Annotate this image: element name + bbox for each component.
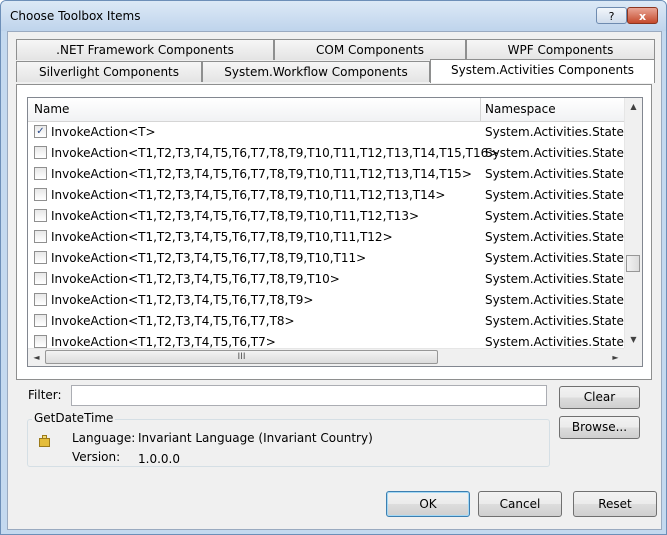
row-namespace: System.Activities.Statements (485, 335, 624, 349)
row-checkbox[interactable] (34, 188, 47, 201)
row-name: InvokeAction<T1,T2,T3,T4,T5,T6,T7,T8,T9,… (51, 146, 499, 160)
list-header: Name Namespace (28, 98, 624, 122)
row-checkbox[interactable] (34, 272, 47, 285)
scroll-up-arrow-icon[interactable]: ▲ (625, 98, 642, 115)
row-checkbox[interactable] (34, 335, 47, 348)
list-row[interactable]: InvokeAction<T1,T2,T3,T4,T5,T6,T7,T8,T9,… (28, 164, 624, 185)
dialog-client-area: .NET Framework Components COM Components… (7, 31, 662, 530)
list-row[interactable]: InvokeAction<T1,T2,T3,T4,T5,T6,T7,T8,T9,… (28, 269, 624, 290)
column-header-namespace[interactable]: Namespace (485, 102, 556, 116)
row-name: InvokeAction<T1,T2,T3,T4,T5,T6,T7> (51, 335, 276, 349)
horizontal-scroll-thumb[interactable]: III (45, 350, 438, 364)
browse-button[interactable]: Browse... (559, 416, 640, 439)
ok-button[interactable]: OK (386, 491, 470, 517)
details-group-title: GetDateTime (32, 411, 116, 425)
title-bar: Choose Toolbox Items ? x (1, 1, 666, 31)
list-row[interactable]: InvokeAction<T1,T2,T3,T4,T5,T6,T7,T8,T9,… (28, 248, 624, 269)
tab-net-framework-components[interactable]: .NET Framework Components (16, 39, 274, 60)
row-namespace: System.Activities.Statements (485, 293, 624, 307)
language-label: Language: (72, 431, 136, 445)
row-namespace: System.Activities.Statements (485, 230, 624, 244)
row-name: InvokeAction<T1,T2,T3,T4,T5,T6,T7,T8,T9,… (51, 272, 340, 286)
choose-toolbox-items-dialog: Choose Toolbox Items ? x .NET Framework … (0, 0, 667, 535)
cancel-button[interactable]: Cancel (478, 491, 562, 517)
column-separator[interactable] (480, 98, 481, 121)
close-button[interactable]: x (627, 7, 658, 24)
column-header-name[interactable]: Name (34, 102, 69, 116)
scrollbar-corner (624, 348, 642, 366)
row-name: InvokeAction<T1,T2,T3,T4,T5,T6,T7,T8,T9,… (51, 167, 472, 181)
tab-com-components[interactable]: COM Components (274, 39, 466, 60)
components-list[interactable]: Name Namespace ✓ InvokeAction<T> System.Ac… (27, 97, 643, 367)
assembly-icon (39, 435, 50, 447)
scroll-right-arrow-icon[interactable]: ► (607, 349, 624, 366)
scroll-left-arrow-icon[interactable]: ◄ (28, 349, 45, 366)
vertical-scroll-thumb[interactable] (626, 255, 640, 272)
tab-silverlight-components[interactable]: Silverlight Components (16, 61, 202, 82)
row-checkbox[interactable] (34, 251, 47, 264)
vertical-scrollbar[interactable]: ▲ ▼ (624, 98, 642, 348)
list-row[interactable]: InvokeAction<T1,T2,T3,T4,T5,T6,T7,T8> Sys… (28, 311, 624, 332)
list-row[interactable]: InvokeAction<T1,T2,T3,T4,T5,T6,T7,T8,T9>… (28, 290, 624, 311)
row-namespace: System.Activities.Statements (485, 251, 624, 265)
row-namespace: System.Activities.Statements (485, 125, 624, 139)
row-namespace: System.Activities.Statements (485, 314, 624, 328)
scroll-down-arrow-icon[interactable]: ▼ (625, 331, 642, 348)
row-name: InvokeAction<T1,T2,T3,T4,T5,T6,T7,T8,T9,… (51, 230, 393, 244)
row-name: InvokeAction<T1,T2,T3,T4,T5,T6,T7,T8,T9,… (51, 188, 446, 202)
row-checkbox[interactable] (34, 146, 47, 159)
row-name: InvokeAction<T1,T2,T3,T4,T5,T6,T7,T8,T9,… (51, 251, 367, 265)
row-namespace: System.Activities.Statements (485, 146, 624, 160)
tab-wpf-components[interactable]: WPF Components (466, 39, 655, 60)
row-name: InvokeAction<T1,T2,T3,T4,T5,T6,T7,T8,T9> (51, 293, 314, 307)
row-checkbox[interactable] (34, 230, 47, 243)
row-checkbox[interactable] (34, 314, 47, 327)
row-name: InvokeAction<T1,T2,T3,T4,T5,T6,T7,T8,T9,… (51, 209, 420, 223)
list-row[interactable]: InvokeAction<T1,T2,T3,T4,T5,T6,T7,T8,T9,… (28, 206, 624, 227)
tab-system-activities-components[interactable]: System.Activities Components (430, 59, 655, 83)
filter-label: Filter: (28, 388, 62, 402)
reset-button[interactable]: Reset (573, 491, 657, 517)
row-name: InvokeAction<T1,T2,T3,T4,T5,T6,T7,T8> (51, 314, 295, 328)
version-value: 1.0.0.0 (138, 452, 180, 466)
tab-panel: Name Namespace ✓ InvokeAction<T> System.Ac… (16, 84, 652, 380)
tab-system-workflow-components[interactable]: System.Workflow Components (202, 61, 430, 82)
list-row[interactable]: InvokeAction<T1,T2,T3,T4,T5,T6,T7,T8,T9,… (28, 227, 624, 248)
row-checkbox[interactable] (34, 209, 47, 222)
button-bar: OK Cancel Reset (8, 475, 661, 529)
filter-input[interactable] (71, 385, 547, 406)
version-label: Version: (72, 450, 121, 464)
help-button[interactable]: ? (596, 7, 627, 24)
row-namespace: System.Activities.Statements (485, 272, 624, 286)
row-name: InvokeAction<T> (51, 125, 156, 139)
clear-button[interactable]: Clear (559, 386, 640, 409)
language-value: Invariant Language (Invariant Country) (138, 431, 373, 445)
row-checkbox[interactable] (34, 293, 47, 306)
window-title: Choose Toolbox Items (10, 9, 141, 23)
row-namespace: System.Activities.Statements (485, 188, 624, 202)
horizontal-scrollbar[interactable]: ◄ III ► (28, 348, 624, 366)
list-row[interactable]: InvokeAction<T1,T2,T3,T4,T5,T6,T7,T8,T9,… (28, 143, 624, 164)
row-namespace: System.Activities.Statements (485, 167, 624, 181)
row-checkbox[interactable] (34, 167, 47, 180)
list-row[interactable]: ✓ InvokeAction<T> System.Activities.Statem… (28, 122, 624, 143)
list-row[interactable]: InvokeAction<T1,T2,T3,T4,T5,T6,T7,T8,T9,… (28, 185, 624, 206)
row-namespace: System.Activities.Statements (485, 209, 624, 223)
row-checkbox[interactable]: ✓ (34, 125, 47, 138)
